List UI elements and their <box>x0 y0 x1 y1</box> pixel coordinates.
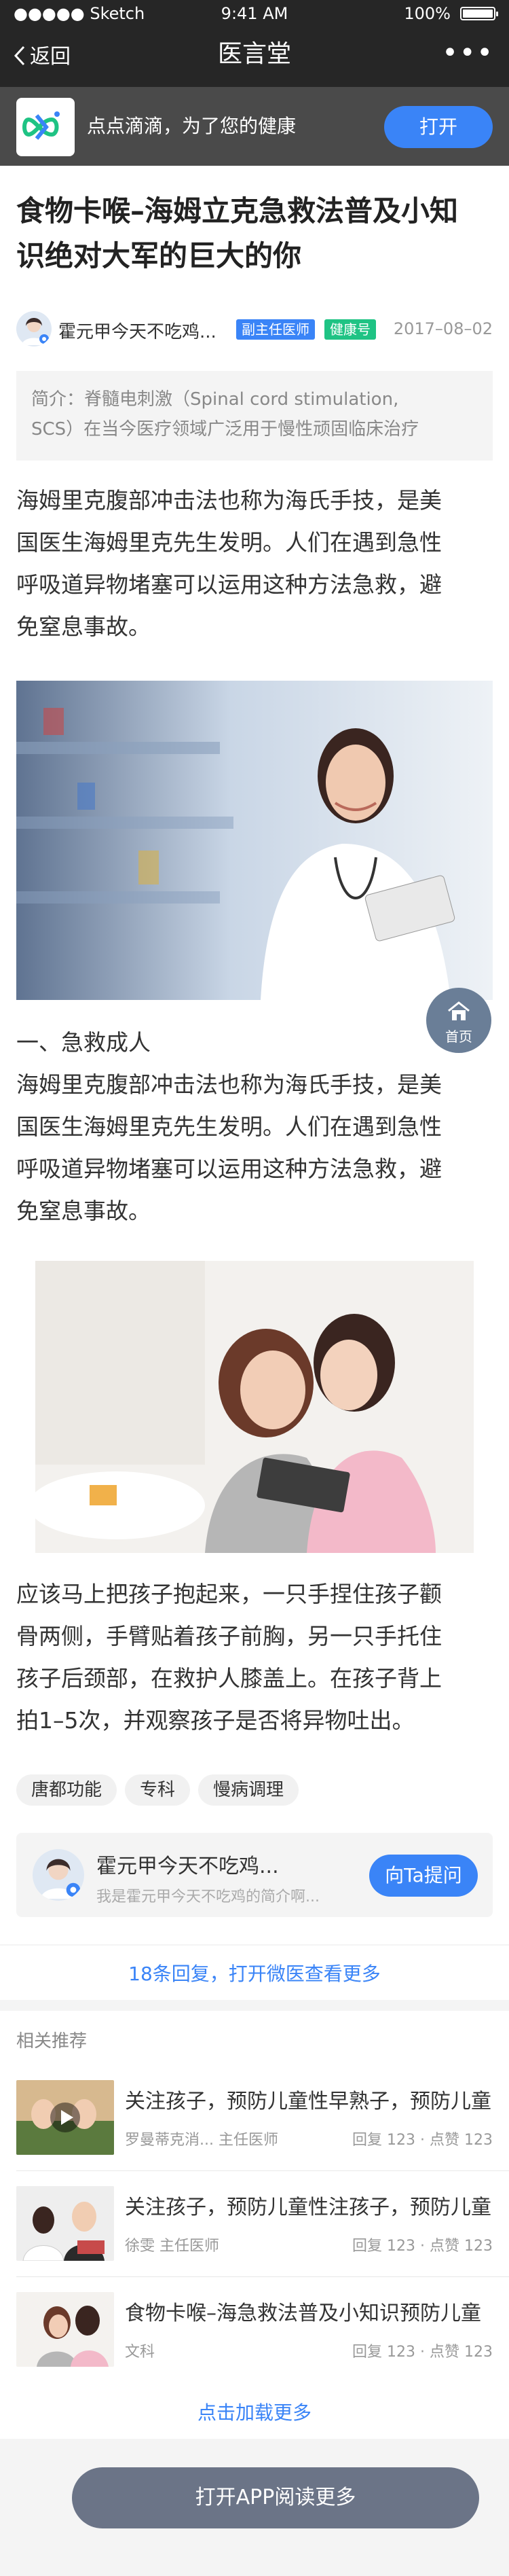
ask-doctor-card[interactable]: 霍元甲今天不吃鸡... 我是霍元甲今天不吃鸡的简介啊... 向Ta提问 <box>16 1833 493 1917</box>
avatar <box>33 1849 84 1901</box>
section-heading: 一、急救成人 <box>16 1029 151 1056</box>
open-app-button[interactable]: 打开 <box>384 106 493 148</box>
tag-chip[interactable]: 唐都功能 <box>16 1774 117 1806</box>
article-image-doctor <box>16 681 493 1000</box>
thumbnail <box>16 2186 114 2261</box>
article-thumbnail <box>16 2186 114 2261</box>
paragraph-line: 免窒息事故。 <box>16 613 151 640</box>
recommend-title-text: 食物卡喉–海急救法普及小知识预防儿童 <box>125 2302 481 2325</box>
author-row: 霍元甲今天不吃鸡... 副主任医师 健康号 2017–08–02 <box>16 311 493 349</box>
app-logo-icon <box>22 111 60 140</box>
doctor-name: 霍元甲今天不吃鸡... <box>96 1855 279 1878</box>
recommend-stats: 回复 123 · 点赞 123 <box>352 2344 493 2361</box>
recommend-stats: 回复 123 · 点赞 123 <box>352 2132 493 2149</box>
paragraph-line: 骨两侧，手臂贴着孩子前胸，另一只手托住 <box>16 1623 442 1649</box>
recommend-author: 徐雯 主任医师 <box>125 2238 219 2255</box>
paragraph-line: 国医生海姆里克先生发明。人们在遇到急性 <box>16 529 442 556</box>
article-title-line: 识绝对大军的巨大的你 <box>16 239 302 272</box>
recommend-title-text: 关注孩子，预防儿童性早熟子，预防儿童 <box>125 2090 491 2113</box>
video-thumbnail <box>16 2080 114 2155</box>
health-account-badge: 健康号 <box>324 319 376 340</box>
doctor-photo <box>16 681 493 1000</box>
paragraph-2: 海姆里克腹部冲击法也称为海氏手技，是美 国医生海姆里克先生发明。人们在遇到急性 … <box>16 1064 493 1232</box>
nav-bar: 返回 医言堂 ••• <box>0 27 509 87</box>
article-image-family <box>35 1261 474 1553</box>
app-banner: 点点滴滴，为了您的健康 打开 <box>0 87 509 166</box>
doctor-title-badge: 副主任医师 <box>236 319 315 340</box>
list-item[interactable]: 关注孩子，预防儿童性早熟子，预防儿童 罗曼蒂克消... 主任医师 回复 123 … <box>0 2065 509 2171</box>
avatar[interactable] <box>16 311 52 346</box>
family-photo <box>35 1261 474 1553</box>
author-name[interactable]: 霍元甲今天不吃鸡... <box>58 318 216 343</box>
home-icon <box>448 1001 470 1020</box>
recommend-stats: 回复 123 · 点赞 123 <box>352 2238 493 2255</box>
article-summary: 简介：脊髓电刺激（Spinal cord stimulation, SCS）在当… <box>16 371 493 461</box>
paragraph-line: 应该马上把孩子抱起来，一只手捏住孩子颧 <box>16 1581 442 1607</box>
load-more-link[interactable]: 点击加载更多 <box>0 2398 509 2425</box>
recommend-title: 相关推荐 <box>16 2031 88 2052</box>
paragraph-line: 呼吸道异物堵塞可以运用这种方法急救，避 <box>16 1156 442 1182</box>
tag-chip[interactable]: 慢病调理 <box>198 1774 299 1806</box>
article-title: 食物卡喉–海姆立克急救法普及小知 识绝对大军的巨大的你 <box>16 189 491 279</box>
article-thumbnail <box>16 2292 114 2367</box>
paragraph-1: 海姆里克腹部冲击法也称为海氏手技，是美 国医生海姆里克先生发明。人们在遇到急性 … <box>16 480 493 648</box>
doctor-intro: 我是霍元甲今天不吃鸡的简介啊... <box>96 1889 320 1906</box>
app-logo <box>16 98 75 156</box>
doctor-avatar-icon <box>33 1849 84 1901</box>
banner-text: 点点滴滴，为了您的健康 <box>87 115 297 137</box>
thumbnail <box>16 2080 114 2155</box>
page-title: 医言堂 <box>217 40 291 68</box>
recommend-author: 罗曼蒂克消... 主任医师 <box>125 2132 278 2149</box>
status-bar: ●●●●● Sketch 9:41 AM 100% <box>0 0 509 27</box>
paragraph-line: 海姆里克腹部冲击法也称为海氏手技，是美 <box>16 487 442 514</box>
thumbnail <box>16 2292 114 2367</box>
paragraph-3: 应该马上把孩子抱起来，一只手捏住孩子颧 骨两侧，手臂贴着孩子前胸，另一只手托住 … <box>16 1573 493 1742</box>
paragraph-line: 海姆里克腹部冲击法也称为海氏手技，是美 <box>16 1071 442 1098</box>
list-item[interactable]: 关注孩子，预防儿童性注孩子，预防儿童 徐雯 主任医师 回复 123 · 点赞 1… <box>0 2171 509 2277</box>
battery-percent: 100% <box>404 4 451 23</box>
paragraph-line: 免窒息事故。 <box>16 1198 151 1224</box>
list-item[interactable]: 食物卡喉–海急救法普及小知识预防儿童 文科 回复 123 · 点赞 123 <box>0 2277 509 2383</box>
paragraph-line: 拍1–5次，并观察孩子是否将异物吐出。 <box>16 1707 415 1734</box>
article-title-line: 食物卡喉–海姆立克急救法普及小知 <box>16 194 459 228</box>
summary-line: 简介：脊髓电刺激（Spinal cord stimulation, <box>31 389 399 410</box>
paragraph-line: 孩子后颈部，在救护人膝盖上。在孩子背上 <box>16 1665 442 1692</box>
doctor-avatar-icon <box>16 311 52 346</box>
replies-link[interactable]: 18条回复，打开微医查看更多 <box>0 1959 509 1986</box>
summary-line: SCS）在当今医疗领域广泛用于慢性顽固临床治疗 <box>31 419 419 440</box>
paragraph-line: 呼吸道异物堵塞可以运用这种方法急救，避 <box>16 571 442 598</box>
recommend-author: 文科 <box>125 2344 155 2361</box>
divider <box>0 1944 509 1946</box>
more-icon[interactable]: ••• <box>442 27 494 79</box>
divider <box>0 2000 509 2011</box>
ask-question-button[interactable]: 向Ta提问 <box>369 1855 478 1897</box>
publish-date: 2017–08–02 <box>393 319 493 338</box>
recommend-title-text: 关注孩子，预防儿童性注孩子，预防儿童 <box>125 2196 491 2219</box>
battery-icon <box>460 7 498 20</box>
paragraph-line: 国医生海姆里克先生发明。人们在遇到急性 <box>16 1113 442 1140</box>
tag-chip[interactable]: 专科 <box>125 1774 191 1806</box>
tag-list: 唐都功能 专科 慢病调理 <box>16 1774 307 1806</box>
open-app-read-more-button[interactable]: 打开APP阅读更多 <box>72 2467 479 2528</box>
